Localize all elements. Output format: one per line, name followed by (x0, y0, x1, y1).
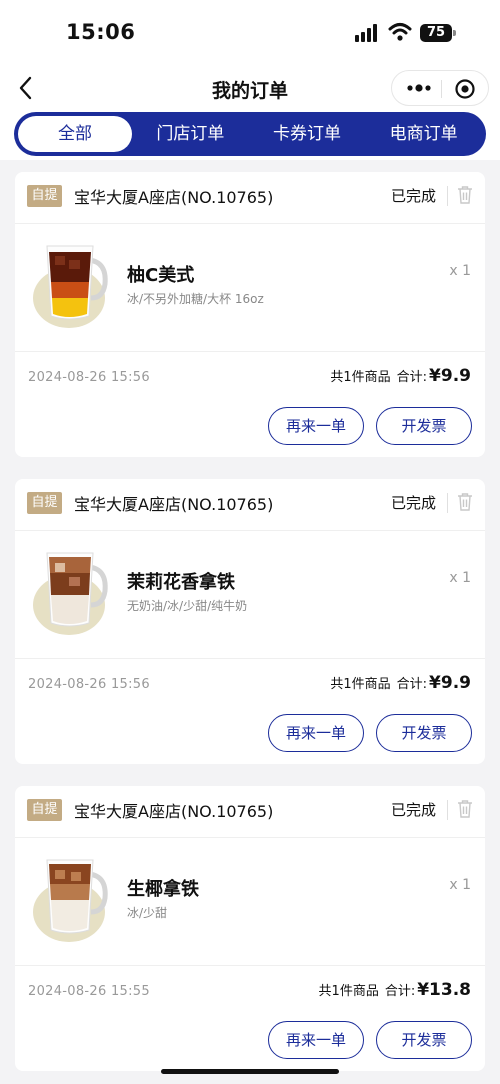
home-indicator[interactable] (161, 1069, 339, 1074)
reorder-button[interactable]: 再来一单 (268, 407, 364, 445)
product-row[interactable]: 茉莉花香拿铁 无奶油/冰/少甜/纯牛奶 x 1 (15, 531, 485, 659)
header-divider (447, 186, 448, 206)
order-total: 共1件商品 合计: ¥9.9 (330, 366, 471, 386)
product-name: 茉莉花香拿铁 (127, 572, 235, 593)
product-spec: 冰/少甜 (127, 906, 168, 920)
battery-icon: 75 (420, 24, 452, 42)
total-label: 合计: (396, 677, 428, 692)
reorder-button[interactable]: 再来一单 (268, 1021, 364, 1059)
order-card-header: 自提 宝华大厦A座店(NO.10765) 已完成 (15, 786, 485, 838)
tab-all[interactable]: 全部 (18, 116, 132, 152)
mini-program-capsule (391, 70, 489, 106)
order-card[interactable]: 自提 宝华大厦A座店(NO.10765) 已完成 柚C美式 冰/不另外加糖/大杯… (15, 172, 485, 457)
product-image (33, 552, 108, 635)
tab-store-orders[interactable]: 门店订单 (132, 116, 249, 152)
product-image (33, 245, 108, 328)
item-count: 共1件商品 (330, 370, 391, 385)
order-status: 已完成 (391, 494, 437, 512)
store-name: 宝华大厦A座店(NO.10765) (74, 495, 274, 514)
battery-tip (453, 30, 456, 36)
order-card-header: 自提 宝华大厦A座店(NO.10765) 已完成 (15, 172, 485, 224)
pickup-badge: 自提 (27, 185, 62, 207)
product-spec: 冰/不另外加糖/大杯 16oz (127, 292, 264, 306)
order-total: 共1件商品 合计: ¥13.8 (319, 980, 471, 1000)
invoice-button[interactable]: 开发票 (376, 714, 472, 752)
header-divider (447, 800, 448, 820)
product-row[interactable]: 生椰拿铁 冰/少甜 x 1 (15, 838, 485, 966)
close-mini-program-icon[interactable] (454, 78, 476, 100)
header-divider (447, 493, 448, 513)
tab-ecommerce-orders[interactable]: 电商订单 (365, 116, 482, 152)
order-total: 共1件商品 合计: ¥9.9 (330, 673, 471, 693)
invoice-button[interactable]: 开发票 (376, 407, 472, 445)
nav-bar: 我的订单 (0, 64, 500, 112)
order-card[interactable]: 自提 宝华大厦A座店(NO.10765) 已完成 生椰拿铁 冰/少甜 x 1 2… (15, 786, 485, 1071)
product-image (33, 859, 108, 942)
trash-icon[interactable] (457, 799, 473, 819)
pickup-badge: 自提 (27, 799, 62, 821)
tabs-wrapper: 全部 门店订单 卡券订单 电商订单 (0, 112, 500, 160)
order-date: 2024-08-26 15:56 (28, 677, 150, 692)
product-name: 柚C美式 (127, 265, 195, 286)
order-price: ¥9.9 (429, 366, 471, 386)
total-label: 合计: (396, 370, 428, 385)
invoice-button[interactable]: 开发票 (376, 1021, 472, 1059)
status-bar: 15:06 75 (0, 0, 500, 64)
item-count: 共1件商品 (330, 677, 391, 692)
order-price: ¥13.8 (417, 980, 471, 1000)
trash-icon[interactable] (457, 492, 473, 512)
battery-level: 75 (426, 25, 446, 40)
product-quantity: x 1 (449, 570, 471, 586)
store-name: 宝华大厦A座店(NO.10765) (74, 188, 274, 207)
capsule-divider (441, 80, 442, 98)
tab-voucher-orders[interactable]: 卡券订单 (249, 116, 366, 152)
total-label: 合计: (384, 984, 416, 999)
reorder-button[interactable]: 再来一单 (268, 714, 364, 752)
item-count: 共1件商品 (318, 984, 379, 999)
order-date: 2024-08-26 15:56 (28, 370, 150, 385)
cellular-icon (355, 24, 381, 42)
order-status: 已完成 (391, 187, 437, 205)
pickup-badge: 自提 (27, 492, 62, 514)
store-name: 宝华大厦A座店(NO.10765) (74, 802, 274, 821)
product-quantity: x 1 (449, 877, 471, 893)
trash-icon[interactable] (457, 185, 473, 205)
product-name: 生椰拿铁 (127, 879, 199, 900)
status-time: 15:06 (66, 20, 136, 44)
product-spec: 无奶油/冰/少甜/纯牛奶 (127, 599, 248, 613)
order-card[interactable]: 自提 宝华大厦A座店(NO.10765) 已完成 茉莉花香拿铁 无奶油/冰/少甜… (15, 479, 485, 764)
product-row[interactable]: 柚C美式 冰/不另外加糖/大杯 16oz x 1 (15, 224, 485, 352)
order-price: ¥9.9 (429, 673, 471, 693)
order-date: 2024-08-26 15:55 (28, 984, 150, 999)
product-quantity: x 1 (449, 263, 471, 279)
order-card-header: 自提 宝华大厦A座店(NO.10765) 已完成 (15, 479, 485, 531)
more-icon[interactable] (404, 78, 434, 98)
order-status: 已完成 (391, 801, 437, 819)
wifi-icon (388, 23, 412, 41)
order-tabs: 全部 门店订单 卡券订单 电商订单 (14, 112, 486, 156)
